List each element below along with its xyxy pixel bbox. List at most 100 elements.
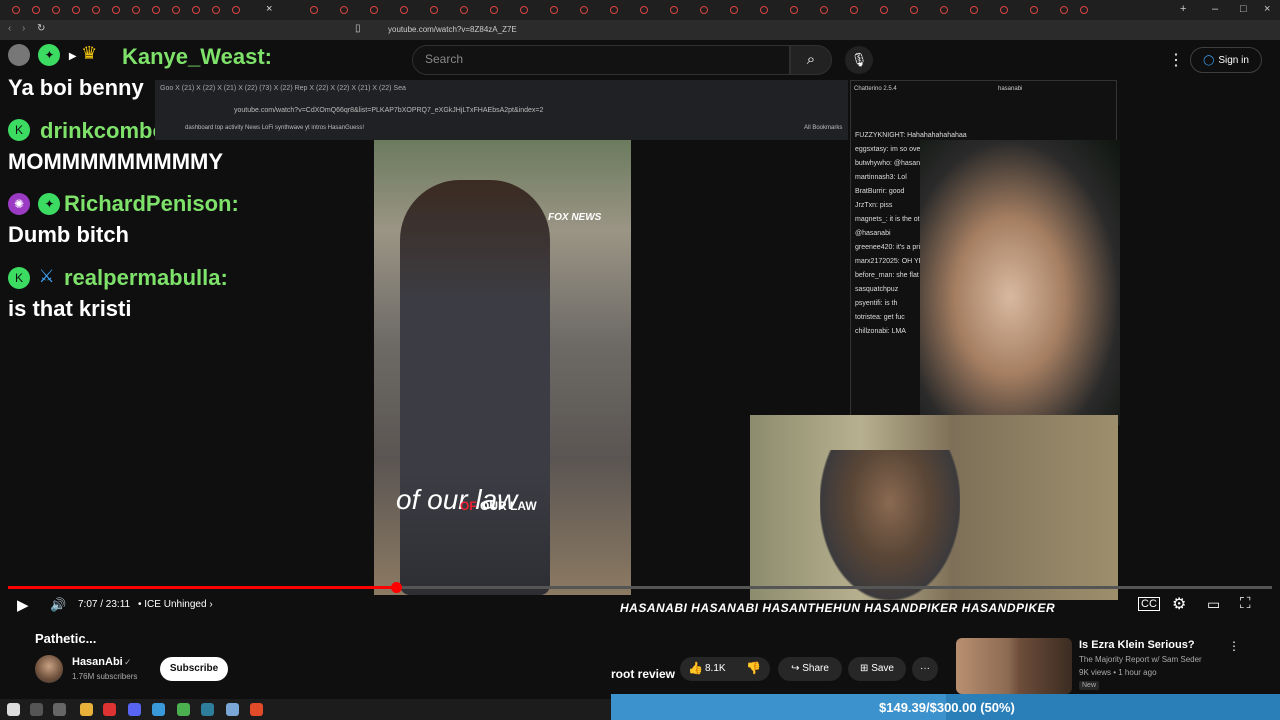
thumbs-down-icon[interactable]: 👎 xyxy=(746,661,761,675)
tab-favicon[interactable] xyxy=(152,6,160,14)
tab-favicon[interactable] xyxy=(670,6,678,14)
mic-icon: 🎙 xyxy=(850,52,868,67)
scrubber-handle[interactable] xyxy=(391,582,402,593)
more-actions-button[interactable]: ··· xyxy=(912,657,938,681)
tab-favicon[interactable] xyxy=(132,6,140,14)
steam-icon[interactable] xyxy=(152,703,165,716)
reload-icon[interactable]: ↻ xyxy=(37,23,45,34)
tab-favicon[interactable] xyxy=(340,6,348,14)
forward-icon[interactable]: › xyxy=(22,23,25,34)
tab-favicon[interactable] xyxy=(490,6,498,14)
close-window-icon[interactable]: × xyxy=(1264,3,1270,15)
minimize-icon[interactable]: – xyxy=(1212,3,1218,15)
volume-icon[interactable]: 🔊 xyxy=(50,597,66,613)
tab-favicon[interactable] xyxy=(700,6,708,14)
recommendation-channel[interactable]: The Majority Report w/ Sam Seder xyxy=(1079,655,1202,664)
tab-favicon[interactable] xyxy=(580,6,588,14)
channel-name[interactable]: HasanAbi xyxy=(72,656,123,668)
more-options-icon[interactable]: ⋮ xyxy=(1168,50,1184,70)
tab-favicon[interactable] xyxy=(112,6,120,14)
tab-favicon[interactable] xyxy=(12,6,20,14)
channel-avatar[interactable] xyxy=(35,655,63,683)
chrome-icon[interactable] xyxy=(177,703,190,716)
fullscreen-icon[interactable]: ⛶ xyxy=(1240,595,1251,612)
app-icon[interactable] xyxy=(103,703,116,716)
tab-favicon[interactable] xyxy=(820,6,828,14)
tab-favicon[interactable] xyxy=(910,6,918,14)
shared-browser-tabs: Goo X (21) X (22) X (21) X (22) (73) X (… xyxy=(160,85,406,92)
tab-favicon[interactable] xyxy=(370,6,378,14)
save-button[interactable]: ⊞ Save xyxy=(848,657,906,681)
search-button[interactable]: ⌕ xyxy=(790,45,832,75)
tab-favicon[interactable] xyxy=(760,6,768,14)
chat-message: is that kristi xyxy=(8,296,132,321)
donation-goal-text: $149.39/$300.00 (50%) xyxy=(879,700,1015,715)
chat-badges: ✺ ✦ xyxy=(8,193,64,215)
tab-favicon[interactable] xyxy=(550,6,558,14)
play-icon[interactable]: ▶ xyxy=(17,596,29,614)
tab-favicon[interactable] xyxy=(460,6,468,14)
tab-favicon[interactable] xyxy=(790,6,798,14)
thumbs-up-icon[interactable]: 👍 xyxy=(688,661,703,675)
tab-favicon[interactable] xyxy=(430,6,438,14)
tab-favicon[interactable] xyxy=(52,6,60,14)
tab-favicon[interactable] xyxy=(72,6,80,14)
task-view-icon[interactable] xyxy=(53,703,66,716)
search-input[interactable]: Search xyxy=(425,52,463,66)
shared-browser-url: youtube.com/watch?v=CdXOmQ66qr8&list=PLK… xyxy=(234,107,544,114)
tab-favicon[interactable] xyxy=(1030,6,1038,14)
tab-favicon[interactable] xyxy=(310,6,318,14)
bookmark-icon[interactable]: ▯ xyxy=(355,23,361,34)
tab-favicon[interactable] xyxy=(610,6,618,14)
search-box[interactable] xyxy=(412,45,790,75)
settings-gear-icon[interactable]: ⚙ xyxy=(1172,594,1186,614)
tab-favicon[interactable] xyxy=(1060,6,1068,14)
tab-favicon[interactable] xyxy=(880,6,888,14)
discord-icon[interactable] xyxy=(128,703,141,716)
like-count[interactable]: 8.1K xyxy=(705,663,726,674)
recommendation-title[interactable]: Is Ezra Klein Serious? xyxy=(1079,639,1195,651)
sub-badge-icon: ✦ xyxy=(38,193,61,215)
chatterino-message: BratBurrir: good xyxy=(855,188,905,195)
chapter-title[interactable]: • ICE Unhinged › xyxy=(138,599,213,610)
tab-favicon[interactable] xyxy=(640,6,648,14)
tab-favicon[interactable] xyxy=(520,6,528,14)
browser-tabstrip xyxy=(0,0,1280,20)
tab-favicon[interactable] xyxy=(232,6,240,14)
new-tab-icon[interactable]: + xyxy=(1180,3,1186,15)
recommendation-more-icon[interactable]: ⋮ xyxy=(1228,639,1240,653)
recommendation-thumbnail[interactable] xyxy=(956,638,1072,694)
search-icon: ⌕ xyxy=(806,51,816,68)
sign-in-button[interactable]: ◯ Sign in xyxy=(1190,47,1262,73)
share-button[interactable]: ↪ Share xyxy=(778,657,842,681)
chatterino-message: marx2172025: OH YEA xyxy=(855,258,929,265)
brave-icon[interactable] xyxy=(250,703,263,716)
theater-mode-icon[interactable]: ▭ xyxy=(1207,596,1220,613)
chat-username: RichardPenison: xyxy=(64,191,239,216)
tab-favicon[interactable] xyxy=(1000,6,1008,14)
tab-favicon[interactable] xyxy=(730,6,738,14)
chatterino-message: greenee420: it's a privi xyxy=(855,244,926,251)
mic-button[interactable]: 🎙 xyxy=(845,46,873,74)
search-icon[interactable] xyxy=(30,703,43,716)
tab-close-icon[interactable]: × xyxy=(266,3,272,15)
subscribe-button[interactable]: Subscribe xyxy=(160,657,228,681)
url-field[interactable]: youtube.com/watch?v=8Z84zA_Z7E xyxy=(388,25,517,34)
tab-favicon[interactable] xyxy=(192,6,200,14)
tab-favicon[interactable] xyxy=(212,6,220,14)
tab-favicon[interactable] xyxy=(92,6,100,14)
file-explorer-icon[interactable] xyxy=(80,703,93,716)
tab-favicon[interactable] xyxy=(850,6,858,14)
tab-favicon[interactable] xyxy=(940,6,948,14)
tab-favicon[interactable] xyxy=(400,6,408,14)
tab-favicon[interactable] xyxy=(172,6,180,14)
tab-favicon[interactable] xyxy=(32,6,40,14)
tab-favicon[interactable] xyxy=(1080,6,1088,14)
tab-favicon[interactable] xyxy=(970,6,978,14)
app-icon[interactable] xyxy=(201,703,214,716)
maximize-icon[interactable]: □ xyxy=(1240,3,1247,15)
windows-start-icon[interactable] xyxy=(7,703,20,716)
back-icon[interactable]: ‹ xyxy=(8,23,11,34)
captions-icon[interactable]: CC xyxy=(1138,597,1160,611)
app-icon[interactable] xyxy=(226,703,239,716)
